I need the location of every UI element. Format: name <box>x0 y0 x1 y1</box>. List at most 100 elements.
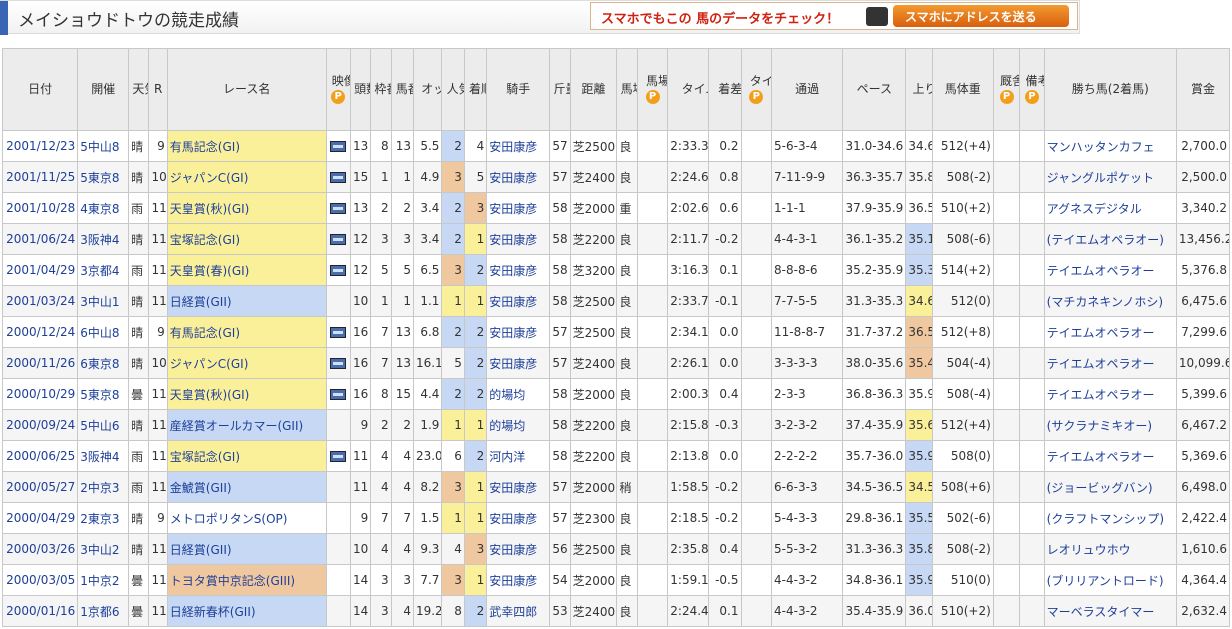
cell-date[interactable]: 2000/05/27 <box>1 471 79 503</box>
cell-race[interactable]: 有馬記念(GI) <box>166 316 327 348</box>
cell-jockey[interactable]: 安田康彦 <box>486 161 551 193</box>
send-address-button[interactable]: スマホにアドレスを送る <box>893 5 1069 27</box>
cell-race[interactable]: 日経賞(GII) <box>166 533 327 565</box>
cell-video[interactable] <box>325 161 351 193</box>
cell-race[interactable]: 宝塚記念(GI) <box>166 223 327 255</box>
cell-video[interactable] <box>325 378 351 410</box>
cell-race[interactable]: トヨタ賞中京記念(GIII) <box>166 564 327 596</box>
video-icon[interactable] <box>330 451 347 462</box>
cell-winner[interactable]: テイエムオペラオー <box>1043 440 1177 472</box>
video-icon[interactable] <box>330 141 347 152</box>
cell-date[interactable]: 2001/03/24 <box>1 285 79 317</box>
cell-date[interactable]: 2000/01/16 <box>1 595 79 627</box>
cell-venue[interactable]: 5中山6 <box>77 409 130 441</box>
cell-winner[interactable]: アグネスデジタル <box>1043 192 1177 224</box>
cell-race[interactable]: 日経賞(GII) <box>166 285 327 317</box>
cell-race[interactable]: 天皇賞(秋)(GI) <box>166 378 327 410</box>
cell-date[interactable]: 2001/10/28 <box>1 192 79 224</box>
cell-date[interactable]: 2000/09/24 <box>1 409 79 441</box>
cell-jockey[interactable]: 安田康彦 <box>486 502 551 534</box>
cell-venue[interactable]: 6中山8 <box>77 316 130 348</box>
cell-winner[interactable]: テイエムオペラオー <box>1043 347 1177 379</box>
cell-video[interactable] <box>325 254 351 286</box>
cell-jockey[interactable]: 河内洋 <box>486 440 551 472</box>
cell-winner[interactable]: (サクラナミキオー) <box>1043 409 1177 441</box>
cell-race[interactable]: 宝塚記念(GI) <box>166 440 327 472</box>
cell-jockey[interactable]: 安田康彦 <box>486 471 551 503</box>
cell-jockey[interactable]: 的場均 <box>486 409 551 441</box>
cell-video[interactable] <box>325 223 351 255</box>
cell-venue[interactable]: 5中山8 <box>77 130 130 162</box>
cell-jockey[interactable]: 安田康彦 <box>486 347 551 379</box>
cell-date[interactable]: 2001/12/23 <box>1 130 79 162</box>
cell-winner[interactable]: テイエムオペラオー <box>1043 254 1177 286</box>
video-icon[interactable] <box>330 172 347 183</box>
video-icon[interactable] <box>330 265 347 276</box>
cell-winner[interactable]: (テイエムオペラオー) <box>1043 223 1177 255</box>
cell-venue[interactable]: 2東京3 <box>77 502 130 534</box>
cell-video[interactable] <box>325 192 351 224</box>
cell-venue[interactable]: 3中山2 <box>77 533 130 565</box>
cell-race[interactable]: ジャパンC(GI) <box>166 161 327 193</box>
cell-winner[interactable]: テイエムオペラオー <box>1043 316 1177 348</box>
cell-jockey[interactable]: 安田康彦 <box>486 316 551 348</box>
cell-date[interactable]: 2000/12/24 <box>1 316 79 348</box>
cell-jockey[interactable]: 的場均 <box>486 378 551 410</box>
video-icon[interactable] <box>330 327 347 338</box>
cell-venue[interactable]: 3阪神4 <box>77 223 130 255</box>
video-icon[interactable] <box>330 234 347 245</box>
cell-jockey[interactable]: 安田康彦 <box>486 285 551 317</box>
cell-race[interactable]: 有馬記念(GI) <box>166 130 327 162</box>
cell-date[interactable]: 2000/10/29 <box>1 378 79 410</box>
cell-venue[interactable]: 1京都6 <box>77 595 130 627</box>
cell-venue[interactable]: 3中山1 <box>77 285 130 317</box>
cell-venue[interactable]: 3京都4 <box>77 254 130 286</box>
cell-venue[interactable]: 6東京8 <box>77 347 130 379</box>
cell-date[interactable]: 2001/06/24 <box>1 223 79 255</box>
cell-video[interactable] <box>325 347 351 379</box>
cell-winner[interactable]: テイエムオペラオー <box>1043 378 1177 410</box>
cell-race[interactable]: ジャパンC(GI) <box>166 347 327 379</box>
cell-race[interactable]: 日経新春杯(GII) <box>166 595 327 627</box>
cell-winner[interactable]: (クラフトマンシップ) <box>1043 502 1177 534</box>
cell-venue[interactable]: 3阪神4 <box>77 440 130 472</box>
cell-date[interactable]: 2000/03/26 <box>1 533 79 565</box>
cell-jockey[interactable]: 安田康彦 <box>486 533 551 565</box>
cell-race[interactable]: メトロポリタンS(OP) <box>166 502 327 534</box>
cell-winner[interactable]: マンハッタンカフェ <box>1043 130 1177 162</box>
video-icon[interactable] <box>330 203 347 214</box>
cell-date[interactable]: 2000/06/25 <box>1 440 79 472</box>
video-icon[interactable] <box>330 389 347 400</box>
cell-video[interactable] <box>325 440 351 472</box>
cell-venue[interactable]: 4東京8 <box>77 192 130 224</box>
smartphone-banner[interactable]: スマホでもこの 馬のデータをチェック！ スマホにアドレスを送る <box>590 2 1078 30</box>
cell-winner[interactable]: (マチカネキンノホシ) <box>1043 285 1177 317</box>
cell-venue[interactable]: 2中京3 <box>77 471 130 503</box>
cell-venue[interactable]: 1中京2 <box>77 564 130 596</box>
cell-winner[interactable]: マーベラスタイマー <box>1043 595 1177 627</box>
cell-date[interactable]: 2000/11/26 <box>1 347 79 379</box>
cell-jockey[interactable]: 安田康彦 <box>486 564 551 596</box>
cell-jockey[interactable]: 安田康彦 <box>486 192 551 224</box>
cell-date[interactable]: 2000/04/29 <box>1 502 79 534</box>
cell-winner[interactable]: ジャングルポケット <box>1043 161 1177 193</box>
cell-jockey[interactable]: 安田康彦 <box>486 254 551 286</box>
cell-winner[interactable]: (ブリリアントロード) <box>1043 564 1177 596</box>
cell-race[interactable]: 産経賞オールカマー(GII) <box>166 409 327 441</box>
cell-date[interactable]: 2001/11/25 <box>1 161 79 193</box>
cell-race[interactable]: 天皇賞(秋)(GI) <box>166 192 327 224</box>
cell-jockey[interactable]: 安田康彦 <box>486 130 551 162</box>
cell-jockey[interactable]: 武幸四郎 <box>486 595 551 627</box>
cell-jockey[interactable]: 安田康彦 <box>486 223 551 255</box>
cell-date[interactable]: 2001/04/29 <box>1 254 79 286</box>
cell-video[interactable] <box>325 316 351 348</box>
cell-winner[interactable]: (ジョービッグバン) <box>1043 471 1177 503</box>
cell-date[interactable]: 2000/03/05 <box>1 564 79 596</box>
cell-race[interactable]: 天皇賞(春)(GI) <box>166 254 327 286</box>
cell-winner[interactable]: レオリュウホウ <box>1043 533 1177 565</box>
video-icon[interactable] <box>330 358 347 369</box>
cell-venue[interactable]: 5東京8 <box>77 161 130 193</box>
cell-race[interactable]: 金鯱賞(GII) <box>166 471 327 503</box>
cell-video[interactable] <box>325 130 351 162</box>
cell-venue[interactable]: 5東京8 <box>77 378 130 410</box>
